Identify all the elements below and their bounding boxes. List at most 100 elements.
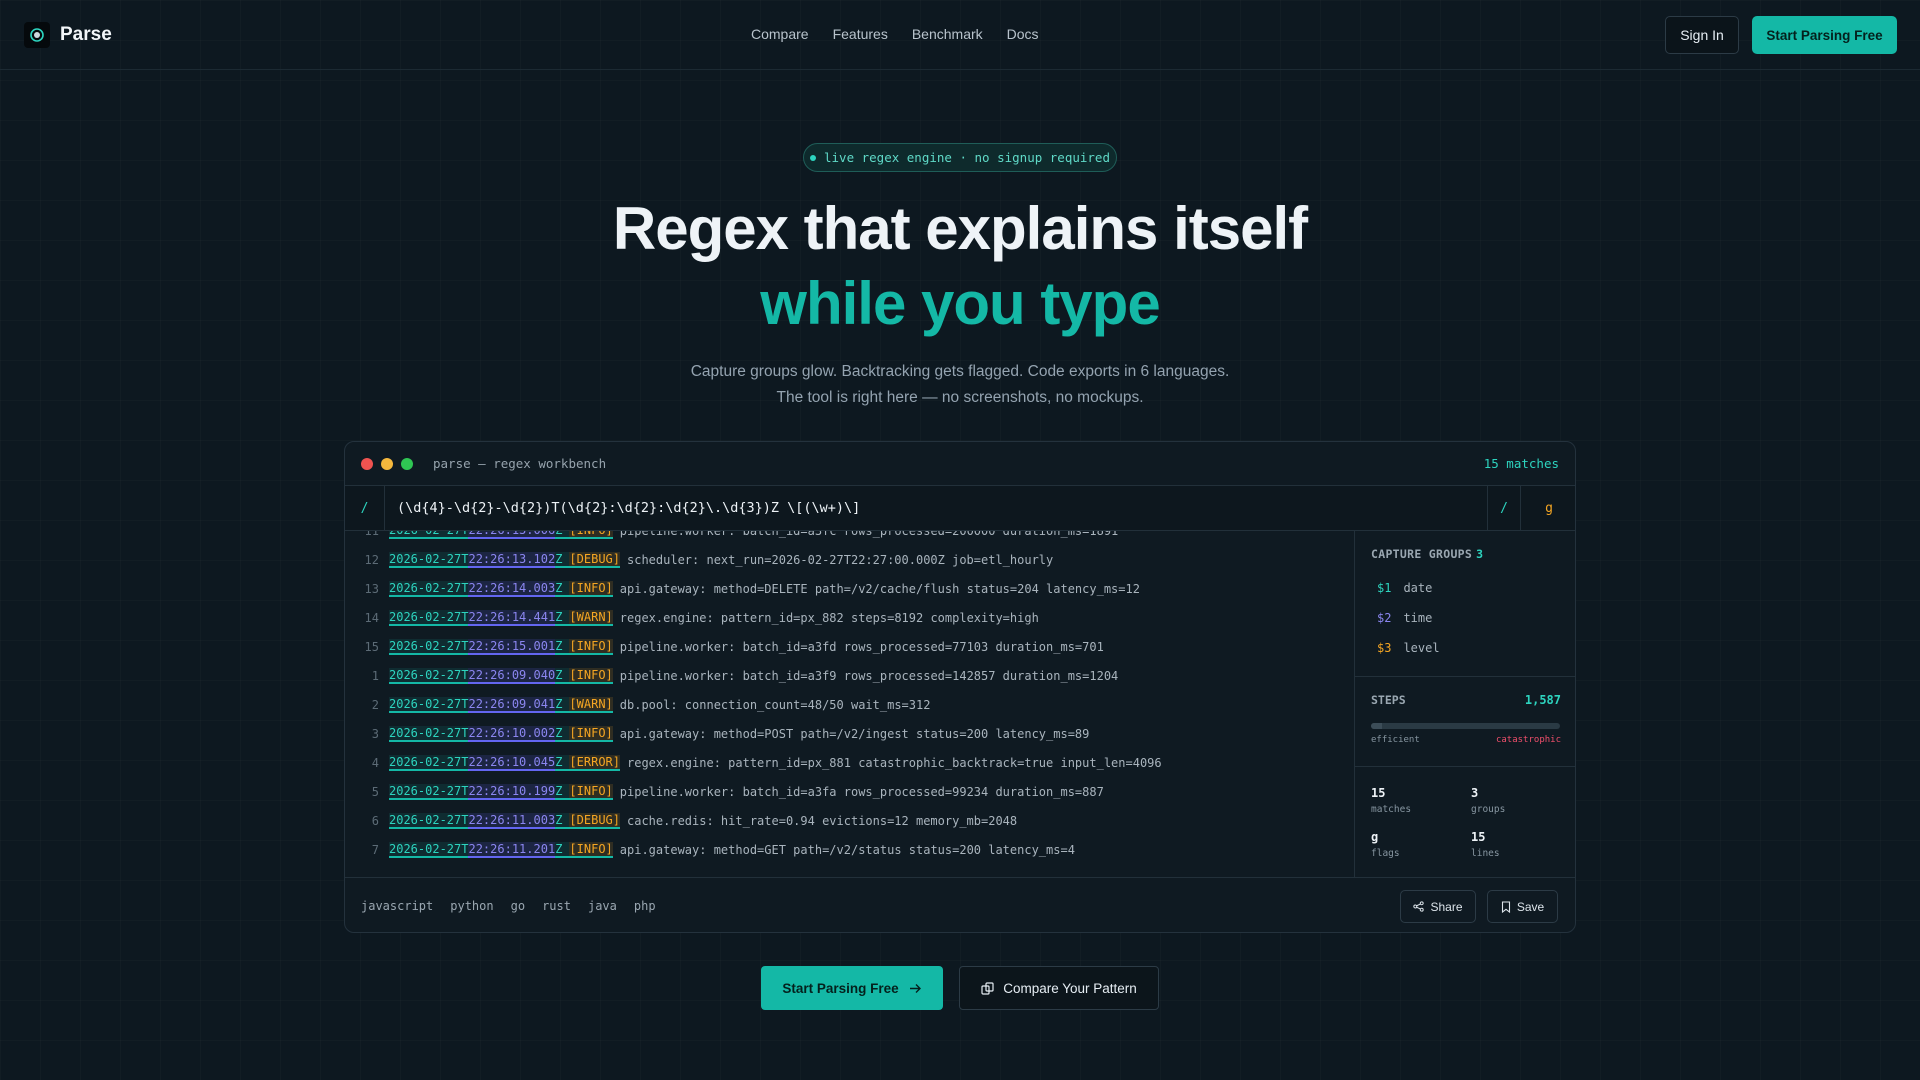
start-parsing-cta[interactable]: Start Parsing Free [761,966,943,1010]
log-line: 3 2026-02-27 T 22:26:10.002 Z [INFO] api.gatew… [345,719,1354,748]
start-parsing-cta-label: Start Parsing Free [782,980,899,996]
match-separator: T [461,725,469,742]
stat-label: groups [1471,804,1506,815]
match-time: 22:26:13.102 [468,551,556,568]
log-message: api.gateway: method=GET path=/v2/status … [619,842,1075,857]
bookmark-icon [1501,900,1510,913]
match-level: [WARN] [569,696,613,713]
sign-in-button[interactable]: Sign In [1665,16,1739,54]
line-number: 1 [371,668,379,683]
log-message: regex.engine: pattern_id=px_881 catastro… [627,755,1162,770]
capture-group-key: $1 [1377,581,1392,595]
match-separator: T [461,551,469,568]
match-time: 22:26:09.041 [468,696,556,713]
match-level: [INFO] [569,841,613,858]
live-dot-icon [810,154,816,161]
match-time: 22:26:10.045 [468,754,556,771]
nav-link-compare[interactable]: Compare [751,26,809,42]
match-date: 2026-02-27 [389,531,462,539]
compare-icon [981,981,994,995]
save-button[interactable]: Save [1487,890,1558,923]
nav-link-features[interactable]: Features [833,26,888,42]
arrow-right-icon [909,983,921,993]
log-line: 6 2026-02-27 T 22:26:11.003 Z [DEBUG] cache.re… [345,806,1354,835]
line-number: 15 [364,639,379,654]
capture-group-key: $2 [1377,611,1392,625]
match-level: [INFO] [569,725,613,742]
log-line: 4 2026-02-27 T 22:26:10.045 Z [ERROR] regex.en… [345,748,1354,777]
match-date: 2026-02-27 [389,812,462,829]
line-number: 2 [371,697,379,712]
capture-group-name: level [1403,641,1440,655]
line-number: 11 [345,531,389,538]
regex-open-delimiter: / [345,486,385,530]
match-separator: T [461,609,469,626]
lang-go[interactable]: go [511,899,525,913]
match-zulu: Z [555,754,570,771]
brand-logo[interactable]: Parse [24,22,112,48]
lang-php[interactable]: php [634,899,656,913]
regex-pattern-input[interactable] [385,486,1431,530]
match-level: [WARN] [569,609,613,626]
stat-flags: g flags [1371,830,1461,859]
line-number: 7 [371,842,379,857]
log-line: 112026-02-27T22:26:13.006Z[INFO] pipeline… [345,531,1354,545]
window-titlebar: parse — regex workbench 15 matches [345,442,1575,486]
stat-matches: 15 matches [1371,786,1461,815]
capture-group-row[interactable]: $1 date [1377,581,1432,595]
capture-group-row[interactable]: $2 time [1377,611,1432,625]
share-button[interactable]: Share [1400,890,1476,923]
lang-java[interactable]: java [588,899,617,913]
match-separator: T [461,696,469,713]
match-date: 2026-02-27 [389,667,462,684]
match-count: 15 matches [1483,456,1559,471]
log-line: 13 2026-02-27 T 22:26:14.003 Z [INFO] api.gate… [345,574,1354,603]
regex-flags-input[interactable]: g [1521,486,1575,530]
match-time: 22:26:15.001 [468,638,556,655]
stat-label: flags [1371,848,1400,859]
window-minimize-dot[interactable] [381,458,393,470]
log-message: pipeline.worker: batch_id=a3fa rows_proc… [619,784,1104,799]
log-message: cache.redis: hit_rate=0.94 evictions=12 … [627,813,1018,828]
match-date: 2026-02-27 [389,609,462,626]
window-close-dot[interactable] [361,458,373,470]
capture-groups-panel: CAPTURE GROUPS 3 $1 date $2 time $3 level [1355,531,1575,677]
test-log-panel[interactable]: 112026-02-27T22:26:13.006Z[INFO]pipeline… [345,531,1355,877]
log-message: pipeline.worker: batch_id=a3fd rows_proc… [619,639,1104,654]
capture-group-row[interactable]: $3 level [1377,641,1440,655]
line-number: 3 [371,726,379,741]
stats-panel: 15 matches 3 groups g flags 15 lines [1355,767,1575,877]
nav-link-docs[interactable]: Docs [1007,26,1039,42]
regex-workbench: parse — regex workbench 15 matches / / g… [344,441,1576,933]
stat-value: g [1371,830,1379,844]
lang-python[interactable]: python [450,899,493,913]
capture-groups-label: CAPTURE GROUPS [1371,547,1473,561]
match-time: 22:26:14.003 [468,580,556,597]
line-number: 4 [371,755,379,770]
top-nav: Parse Compare Features Benchmark Docs Si… [0,0,1920,70]
nav-link-benchmark[interactable]: Benchmark [912,26,983,42]
regex-bar: / / g [345,486,1575,531]
lang-rust[interactable]: rust [542,899,571,913]
capture-group-name: time [1403,611,1433,625]
match-time: 22:26:10.199 [468,783,556,800]
log-line: 14 2026-02-27 T 22:26:14.441 Z [WARN] regex.en… [345,603,1354,632]
log-line: 5 2026-02-27 T 22:26:10.199 Z [INFO] pipeline.… [345,777,1354,806]
log-message: pipeline.worker: batch_id=a3fc rows_proc… [620,531,1119,538]
match-date: 2026-02-27 [389,783,462,800]
log-line: 1 2026-02-27 T 22:26:09.040 Z [INFO] pipeline.… [345,661,1354,690]
nav-links: Compare Features Benchmark Docs [751,26,1039,42]
compare-pattern-cta[interactable]: Compare Your Pattern [959,966,1159,1010]
lang-javascript[interactable]: javascript [361,899,433,913]
steps-value: 1,587 [1524,693,1561,707]
window-maximize-dot[interactable] [401,458,413,470]
match-zulu: Z [555,580,570,597]
match-date: 2026-02-27 [389,551,462,568]
steps-meter-fill [1371,723,1383,729]
match-zulu: Z [555,667,570,684]
match-time: 22:26:11.201 [468,841,556,858]
start-parsing-nav-button[interactable]: Start Parsing Free [1752,16,1897,54]
match-level: [DEBUG] [569,551,620,568]
workbench-footer: javascript python go rust java php Share… [345,877,1575,932]
match-separator: T [461,812,469,829]
